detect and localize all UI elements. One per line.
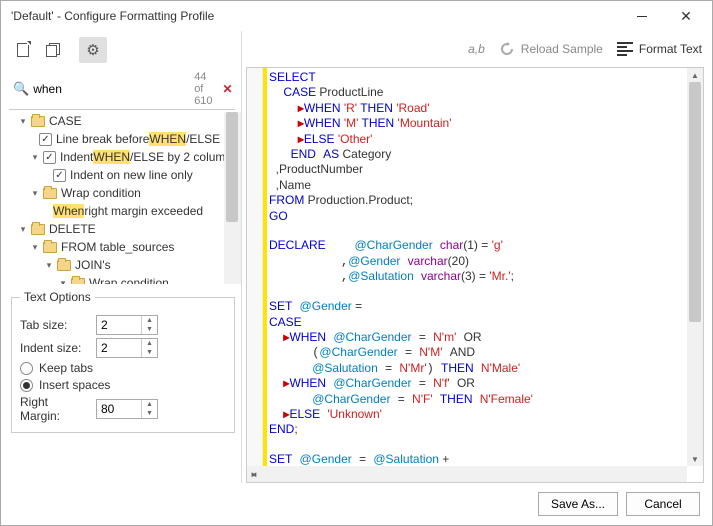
tree-scrollbar[interactable] (224, 112, 240, 284)
settings-button[interactable]: ⚙ (79, 37, 107, 63)
code-preview[interactable]: SELECT CASE ProductLine ▸WHEN 'R' THEN '… (246, 67, 704, 483)
close-window-button[interactable]: ✕ (664, 2, 708, 30)
folder-icon (31, 224, 45, 235)
folder-icon (43, 242, 57, 253)
clear-search-button[interactable]: ✕ (219, 82, 237, 96)
left-panel: ⚙ 🔍 44 of 610 ✕ ▾CASE ✓Line break before… (1, 31, 241, 483)
indent-size-input[interactable] (97, 339, 141, 357)
text-options-legend: Text Options (20, 290, 95, 304)
options-tree[interactable]: ▾CASE ✓Line break before WHEN/ELSE ▾✓Ind… (9, 112, 241, 284)
right-margin-input[interactable] (97, 400, 141, 418)
new-profile-button[interactable] (9, 37, 37, 63)
tree-node-delete[interactable]: ▾DELETE (9, 220, 240, 238)
tree-node-wrap2[interactable]: ▾Wrap condition (9, 274, 240, 284)
tab-size-label: Tab size: (20, 318, 90, 332)
code-text: SELECT CASE ProductLine ▸WHEN 'R' THEN '… (269, 70, 687, 466)
text-options-group: Text Options Tab size: ▲▼ Indent size: ▲… (11, 290, 235, 433)
format-icon (617, 42, 633, 56)
reload-sample-button[interactable]: Reload Sample (499, 41, 603, 57)
search-count: 44 of 610 (188, 71, 218, 107)
insert-spaces-radio[interactable]: Insert spaces (20, 378, 226, 392)
tree-opt-when-margin[interactable]: When right margin exceeded (9, 202, 240, 220)
keep-tabs-radio[interactable]: Keep tabs (20, 361, 226, 375)
tree-opt-linebreak[interactable]: ✓Line break before WHEN/ELSE (9, 130, 240, 148)
left-toolbar: ⚙ (9, 35, 241, 69)
search-row: 🔍 44 of 610 ✕ (9, 69, 235, 110)
folder-icon (57, 260, 71, 271)
checkbox-icon[interactable]: ✓ (39, 133, 52, 146)
checkbox-icon[interactable]: ✓ (53, 169, 66, 182)
folder-icon (71, 278, 85, 285)
gear-icon: ⚙ (86, 41, 99, 59)
right-margin-label: Right Margin: (20, 395, 90, 423)
code-vscrollbar[interactable]: ▲▼ (687, 68, 703, 466)
duplicate-profile-button[interactable] (39, 37, 67, 63)
dialog-footer: Save As... Cancel (1, 483, 712, 525)
indent-size-spinner[interactable]: ▲▼ (96, 338, 158, 358)
toggle-commas-button[interactable]: a,b (468, 42, 485, 56)
change-bar (263, 68, 267, 466)
title-bar: 'Default' - Configure Formatting Profile… (1, 1, 712, 31)
tree-node-from[interactable]: ▾FROM table_sources (9, 238, 240, 256)
tree-opt-indent[interactable]: ▾✓Indent WHEN/ELSE by 2 columns (9, 148, 240, 166)
code-gutter (247, 68, 263, 466)
right-toolbar: a,b Reload Sample Format Text (242, 31, 712, 67)
right-panel: a,b Reload Sample Format Text SELECT CAS… (241, 31, 712, 483)
indent-size-label: Indent size: (20, 341, 90, 355)
window-title: 'Default' - Configure Formatting Profile (11, 9, 620, 23)
checkbox-icon[interactable]: ✓ (43, 151, 56, 164)
cancel-button[interactable]: Cancel (626, 492, 700, 516)
format-text-button[interactable]: Format Text (617, 42, 702, 56)
tree-node-joins[interactable]: ▾JOIN's (9, 256, 240, 274)
reload-icon (499, 41, 515, 57)
save-as-button[interactable]: Save As... (538, 492, 618, 516)
tab-size-input[interactable] (97, 316, 141, 334)
search-icon: 🔍 (9, 81, 33, 97)
folder-icon (31, 116, 45, 127)
tree-node-case[interactable]: ▾CASE (9, 112, 240, 130)
code-hscrollbar[interactable]: ◄► (247, 466, 687, 482)
folder-icon (43, 188, 57, 199)
tree-opt-indent-newline[interactable]: ✓Indent on new line only (9, 166, 240, 184)
tab-size-spinner[interactable]: ▲▼ (96, 315, 158, 335)
search-input[interactable] (33, 80, 188, 98)
tree-node-wrap[interactable]: ▾Wrap condition (9, 184, 240, 202)
minimize-button[interactable] (620, 2, 664, 30)
right-margin-spinner[interactable]: ▲▼ (96, 399, 158, 419)
